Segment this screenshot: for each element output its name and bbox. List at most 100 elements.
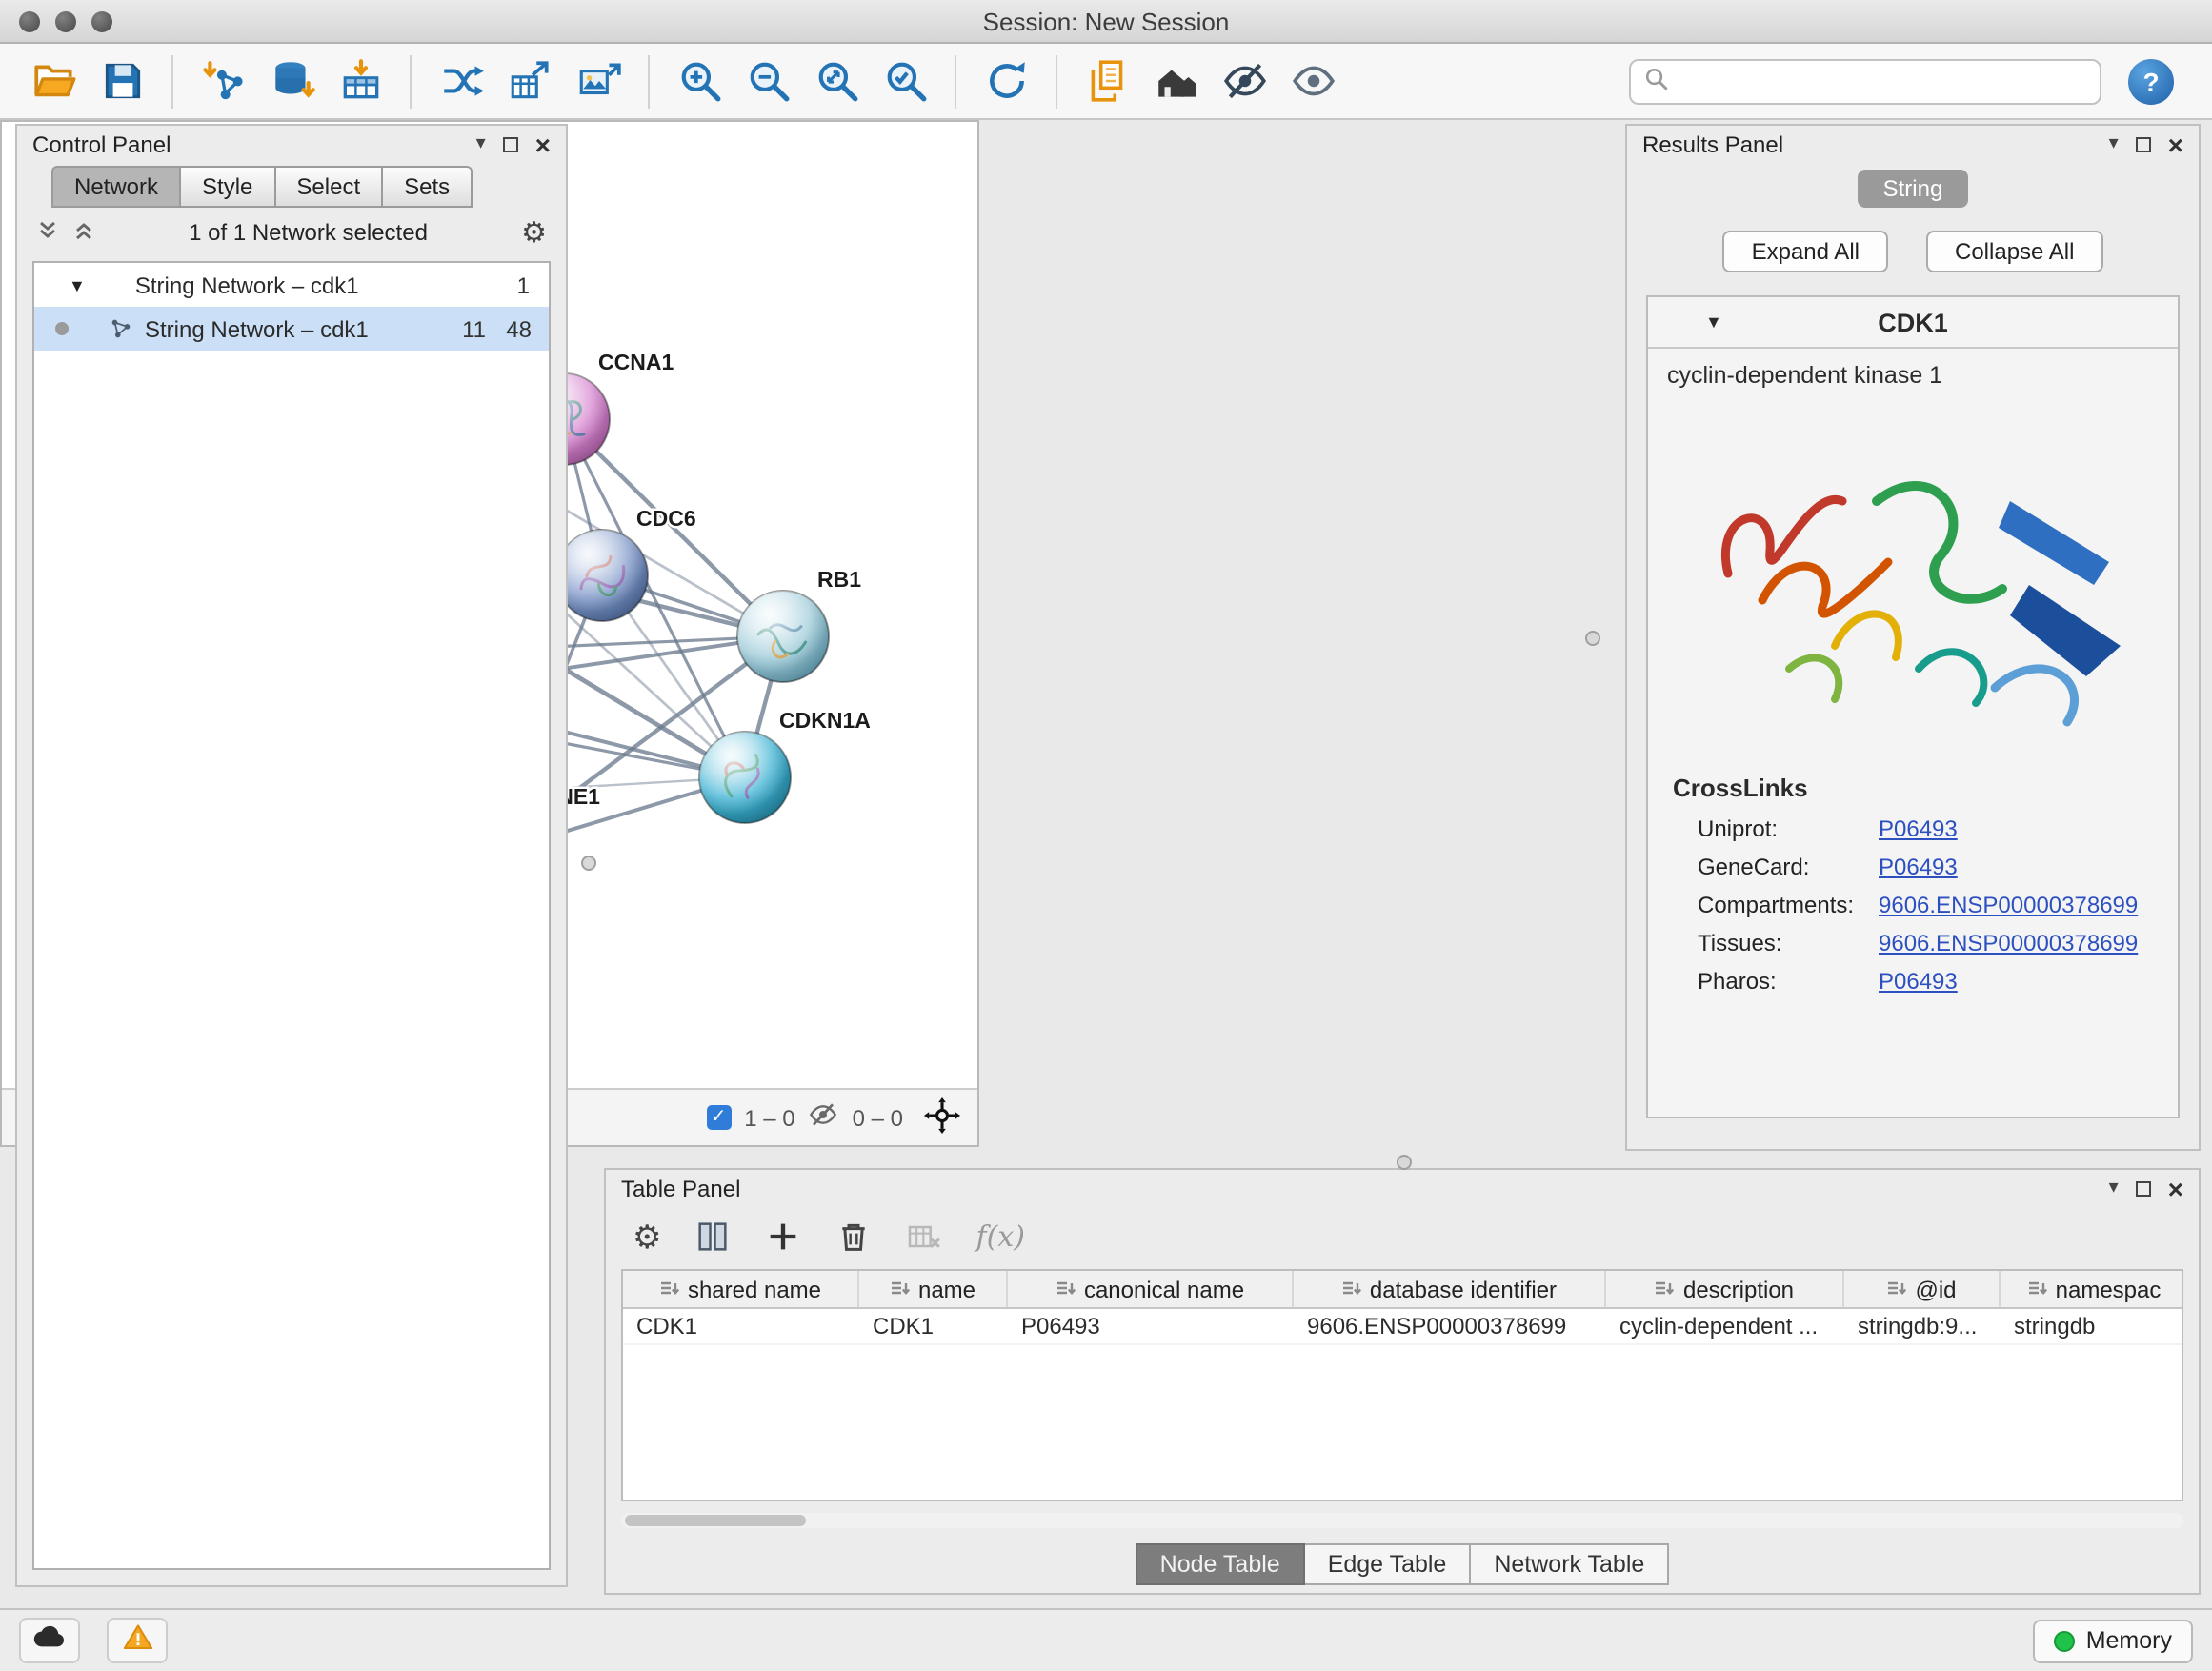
panel-menu-icon[interactable]: ▾ <box>2109 1179 2119 1198</box>
tab-edge-table[interactable]: Edge Table <box>1305 1543 1472 1585</box>
search-field[interactable] <box>1629 58 2101 104</box>
eye-icon <box>1289 57 1337 105</box>
column-header--id[interactable]: @id <box>1844 1271 2001 1307</box>
zoom-fit-button[interactable] <box>802 50 871 111</box>
control-panel: Control Panel ▾ × NetworkStyleSelectSets… <box>15 124 568 1587</box>
crosslink-link[interactable]: 9606.ENSP00000378699 <box>1879 892 2138 918</box>
memory-status-icon <box>2054 1630 2075 1651</box>
table-row[interactable]: CDK1CDK1P064939606.ENSP00000378699cyclin… <box>623 1309 2182 1345</box>
column-header-namespac[interactable]: namespac <box>2001 1271 2183 1307</box>
zoom-in-button[interactable] <box>665 50 734 111</box>
tab-network[interactable]: Network <box>51 166 181 208</box>
table-body: CDK1CDK1P064939606.ENSP00000378699cyclin… <box>623 1309 2182 1345</box>
column-header-name[interactable]: name <box>859 1271 1008 1307</box>
crosslink-link[interactable]: 9606.ENSP00000378699 <box>1879 930 2138 956</box>
document-copy-icon <box>1083 57 1131 105</box>
table-cell: 9606.ENSP00000378699 <box>1294 1309 1606 1343</box>
collapse-all-button[interactable]: Collapse All <box>1926 231 2102 272</box>
panel-menu-icon[interactable]: ▾ <box>476 135 486 154</box>
crosslink-link[interactable]: P06493 <box>1879 815 1958 842</box>
crosslink-link[interactable]: P06493 <box>1879 854 1958 880</box>
save-session-button[interactable] <box>88 50 156 111</box>
expand-all-button[interactable]: Expand All <box>1723 231 1888 272</box>
warnings-button[interactable] <box>107 1618 168 1663</box>
control-panel-title: Control Panel <box>32 131 171 158</box>
splitter-handle[interactable] <box>581 856 596 871</box>
panel-float-icon[interactable] <box>503 137 518 152</box>
table-panel-title: Table Panel <box>621 1176 740 1202</box>
table-settings-icon[interactable]: ⚙ <box>633 1220 662 1253</box>
table-horizontal-scrollbar[interactable] <box>621 1513 2183 1528</box>
delete-table-icon-disabled <box>906 1218 944 1256</box>
column-header-database-identifier[interactable]: database identifier <box>1294 1271 1606 1307</box>
hidden-eye-icon[interactable] <box>809 1099 839 1136</box>
export-network-button[interactable] <box>495 50 564 111</box>
panel-close-icon[interactable]: × <box>2168 1176 2183 1202</box>
tab-style[interactable]: Style <box>181 166 275 208</box>
tab-network-table[interactable]: Network Table <box>1471 1543 1669 1585</box>
apply-layout-button[interactable] <box>972 50 1040 111</box>
gear-icon[interactable]: ⚙ <box>521 218 547 247</box>
column-header-canonical-name[interactable]: canonical name <box>1008 1271 1294 1307</box>
crosslink-label: Tissues: <box>1698 930 1879 956</box>
panel-close-icon[interactable]: × <box>2168 131 2183 158</box>
tab-string[interactable]: String <box>1859 170 1968 208</box>
help-button[interactable]: ? <box>2128 58 2174 104</box>
add-column-icon[interactable] <box>765 1218 803 1256</box>
selected-checkbox-icon[interactable]: ✓ <box>706 1105 731 1130</box>
gene-name: CDK1 <box>1878 308 1948 336</box>
collapse-section-icon[interactable]: ▼ <box>1705 312 1722 332</box>
panel-close-icon[interactable]: × <box>535 131 551 158</box>
panel-menu-icon[interactable]: ▾ <box>2109 135 2119 154</box>
zoom-out-button[interactable] <box>734 50 802 111</box>
warning-icon <box>119 1620 155 1661</box>
export-image-button[interactable] <box>564 50 633 111</box>
first-neighbors-button[interactable] <box>427 50 495 111</box>
scrollbar-thumb[interactable] <box>625 1515 806 1526</box>
zoom-fit-icon <box>813 57 860 105</box>
refresh-icon <box>982 57 1030 105</box>
show-results-button[interactable] <box>1278 50 1347 111</box>
tab-select[interactable]: Select <box>275 166 383 208</box>
splitter-handle[interactable] <box>1397 1155 1412 1170</box>
collapse-all-icon[interactable] <box>36 218 59 247</box>
crosslink-row: GeneCard:P06493 <box>1648 848 2178 886</box>
gene-header[interactable]: ▼ CDK1 <box>1648 297 2178 349</box>
search-input[interactable] <box>1679 68 2086 94</box>
panel-float-icon[interactable] <box>2136 137 2151 152</box>
copy-document-button[interactable] <box>1073 50 1141 111</box>
network-node-rb1[interactable]: RB1 <box>737 567 861 682</box>
titlebar: Session: New Session <box>0 0 2212 44</box>
show-columns-icon[interactable] <box>694 1218 733 1256</box>
network-collection-row[interactable]: ▼ String Network – cdk1 1 <box>34 263 549 307</box>
tree-expand-icon[interactable]: ▼ <box>69 275 86 294</box>
network-node-cdkn1a[interactable]: CDKN1A <box>699 708 871 823</box>
delete-column-icon[interactable] <box>835 1218 874 1256</box>
hide-results-button[interactable] <box>1210 50 1278 111</box>
network-row[interactable]: String Network – cdk1 11 48 <box>34 307 549 351</box>
move-tool-icon[interactable] <box>924 1097 960 1138</box>
expand-all-icon[interactable] <box>72 218 95 247</box>
import-table-icon <box>336 57 384 105</box>
cloud-status-button[interactable] <box>19 1618 80 1663</box>
crosslink-link[interactable]: P06493 <box>1879 968 1958 995</box>
panel-float-icon[interactable] <box>2136 1181 2151 1197</box>
column-header-description[interactable]: description <box>1606 1271 1844 1307</box>
function-builder-icon[interactable]: f(x) <box>976 1219 1025 1254</box>
open-session-button[interactable] <box>19 50 88 111</box>
splitter-handle[interactable] <box>1585 631 1600 646</box>
tab-sets[interactable]: Sets <box>383 166 473 208</box>
zoom-selected-button[interactable] <box>871 50 939 111</box>
column-header-shared-name[interactable]: shared name <box>623 1271 859 1307</box>
memory-button[interactable]: Memory <box>2033 1619 2193 1662</box>
home-button[interactable] <box>1141 50 1210 111</box>
toolbar-separator <box>1056 54 1057 108</box>
crosslink-row: Compartments:9606.ENSP00000378699 <box>1648 886 2178 924</box>
import-table-button[interactable] <box>326 50 394 111</box>
tab-node-table[interactable]: Node Table <box>1136 1543 1305 1585</box>
import-network-database-button[interactable] <box>257 50 326 111</box>
network-node-cdc6[interactable]: CDC6 <box>556 506 696 621</box>
crosslink-label: Compartments: <box>1698 892 1879 918</box>
import-network-file-button[interactable] <box>189 50 257 111</box>
crossing-arrows-icon <box>437 57 485 105</box>
